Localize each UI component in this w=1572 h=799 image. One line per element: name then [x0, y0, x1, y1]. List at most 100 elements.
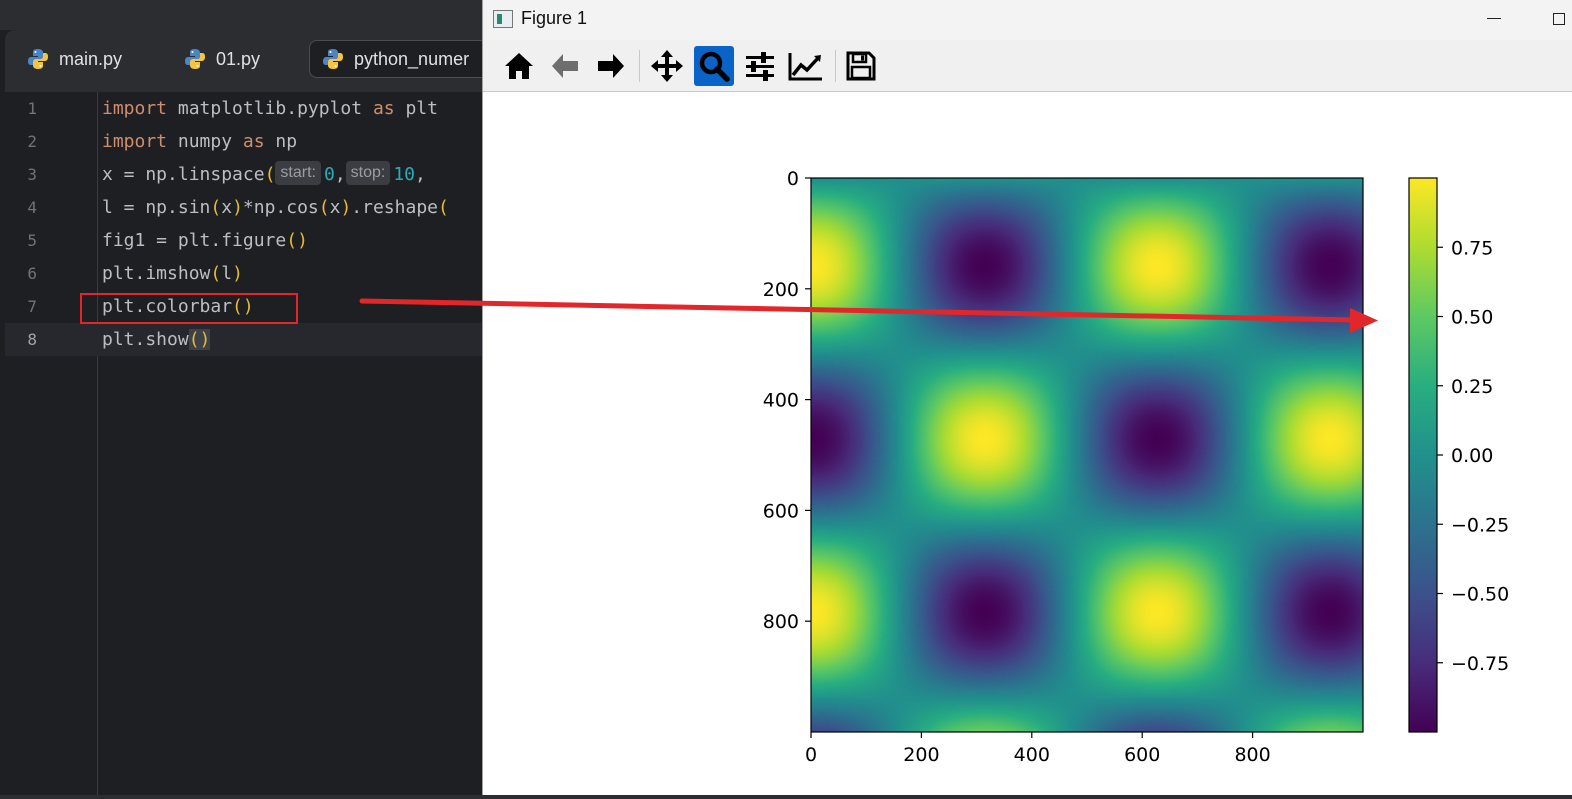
figure-app-icon [493, 10, 513, 28]
home-icon [505, 53, 533, 79]
code-text: .reshape [351, 197, 438, 218]
toolbar-separator [639, 50, 640, 82]
keyword: as [372, 98, 395, 119]
ide-title-strip [0, 0, 482, 30]
code-text: l = np.sin [102, 197, 211, 218]
highlight-box [80, 293, 298, 324]
sliders-icon [746, 52, 774, 81]
maximize-button[interactable] [1545, 6, 1571, 32]
code-text: numpy [167, 131, 243, 152]
line-number: 1 [27, 99, 37, 118]
colorbar-tick-label: 0.00 [1451, 445, 1493, 467]
code-line-5[interactable]: 5 fig1 = plt.figure() [5, 224, 482, 257]
window-title-bar[interactable]: Figure 1 [483, 0, 1572, 40]
paren: ( [438, 197, 449, 218]
pan-button[interactable] [647, 46, 687, 86]
code-area[interactable]: 1 import matplotlib.pyplot as plt 2 impo… [5, 92, 482, 795]
number-literal: 10 [393, 164, 416, 185]
x-axis: 0 200 400 600 800 [805, 732, 1271, 766]
tab-main-py[interactable]: main.py [5, 40, 145, 78]
python-icon [27, 48, 49, 70]
paren: () [286, 230, 308, 251]
python-icon [184, 48, 206, 70]
window-title: Figure 1 [521, 8, 588, 28]
colorbar-tick-label: −0.50 [1451, 584, 1509, 606]
code-line-8[interactable]: 8 plt.show() [5, 323, 482, 356]
magnifier-icon [699, 51, 730, 82]
y-tick-label: 0 [787, 168, 799, 190]
paren: () [188, 329, 211, 350]
code-line-6[interactable]: 6 plt.imshow(l) [5, 257, 482, 290]
zoom-button[interactable] [694, 46, 734, 86]
home-button[interactable] [499, 46, 539, 86]
move-icon [651, 50, 683, 82]
minimize-button[interactable] [1481, 6, 1507, 32]
code-text: l [221, 263, 233, 284]
code-line-1[interactable]: 1 import matplotlib.pyplot as plt [5, 92, 482, 125]
keyword: import [102, 131, 168, 152]
line-chart-icon [788, 53, 822, 81]
y-axis: 0 200 400 600 800 [763, 168, 811, 633]
paren: ) [232, 263, 243, 284]
code-text: matplotlib.pyplot [167, 98, 373, 119]
x-tick-label: 400 [1014, 744, 1050, 766]
line-number: 2 [27, 132, 37, 151]
line-number: 6 [27, 264, 37, 283]
keyword: as [242, 131, 265, 152]
arrow-right-icon [598, 54, 624, 78]
tab-label: 01.py [216, 48, 261, 69]
colorbar [1408, 177, 1438, 733]
line-number: 3 [27, 165, 37, 184]
keyword: import [102, 98, 168, 119]
x-tick-label: 600 [1124, 744, 1160, 766]
paren: ( [210, 197, 222, 218]
code-text: plt.imshow [102, 263, 211, 284]
code-text: x = np.linspace [102, 164, 265, 185]
plot-canvas[interactable]: 0 200 400 600 800 0 200 400 600 800 0.75 0.50 0.25… [483, 92, 1572, 795]
paren: ( [264, 164, 276, 185]
edit-axes-button[interactable] [786, 46, 826, 86]
line-number: 5 [27, 231, 37, 250]
paren: ( [210, 263, 222, 284]
y-tick-label: 200 [763, 279, 799, 301]
tab-label: python_numer [354, 48, 470, 69]
code-text: *np.cos [242, 197, 319, 218]
code-text: plt.show [102, 329, 189, 350]
code-line-3[interactable]: 3 x = np.linspace(start: 0, stop: 10, [5, 158, 482, 191]
colorbar-tick-label: −0.25 [1451, 514, 1509, 536]
code-line-2[interactable]: 2 import numpy as np [5, 125, 482, 158]
code-text: np [264, 131, 298, 152]
x-tick-label: 200 [903, 744, 939, 766]
tab-label: main.py [59, 48, 123, 69]
y-tick-label: 800 [763, 611, 799, 633]
colorbar-tick-label: 0.25 [1451, 376, 1493, 398]
colorbar-tick-label: 0.75 [1451, 237, 1493, 259]
save-button[interactable] [841, 46, 881, 86]
tab-01-py[interactable]: 01.py [162, 40, 302, 78]
y-tick-label: 600 [763, 500, 799, 522]
x-tick-label: 0 [805, 744, 817, 766]
arrow-left-icon [552, 54, 578, 78]
back-button[interactable] [545, 46, 585, 86]
python-icon [322, 48, 344, 70]
code-text: x [221, 197, 233, 218]
number-literal: 0 [323, 164, 335, 185]
y-tick-label: 400 [763, 390, 799, 412]
figure-toolbar [483, 40, 1572, 92]
subplots-button[interactable] [740, 46, 780, 86]
colorbar-axis: 0.75 0.50 0.25 0.00 −0.25 −0.50 −0.75 [1437, 237, 1509, 675]
figure-window: Figure 1 0 200 400 600 800 0 200 400 600… [482, 0, 1572, 795]
paren: ( [318, 197, 330, 218]
x-tick-label: 800 [1234, 744, 1270, 766]
tab-python-numer[interactable]: python_numer [309, 40, 482, 78]
code-text: , [415, 164, 426, 185]
code-text: fig1 = plt.figure [102, 230, 287, 251]
code-line-4[interactable]: 4 l = np.sin(x)*np.cos(x).reshape( [5, 191, 482, 224]
line-number: 4 [27, 198, 37, 217]
code-text: plt [394, 98, 438, 119]
param-hint-stop: stop: [345, 161, 391, 185]
editor-tab-bar: main.py 01.py python_numer [5, 30, 482, 92]
code-text: , [334, 164, 346, 185]
line-number: 8 [27, 330, 37, 349]
forward-button[interactable] [591, 46, 631, 86]
